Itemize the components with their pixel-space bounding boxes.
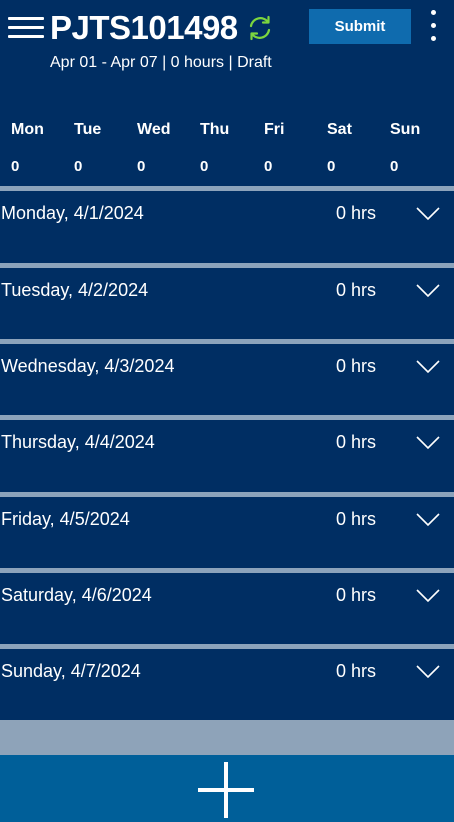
week-day-total: 0 [74,158,83,175]
timesheet-app: PJTS101498 Submit Apr 01 - Apr 07 | 0 ho… [0,0,454,822]
chevron-down-icon[interactable] [416,207,440,221]
week-day-fri: Fri 0 [264,110,324,186]
day-row-hours: 0 hrs [336,509,377,529]
week-day-name: Mon [11,121,44,138]
day-row-hours: 0 hrs [336,585,377,605]
day-row-date: Friday, 4/5/2024 [1,509,130,529]
day-row-date: Thursday, 4/4/2024 [1,432,155,452]
day-row-friday[interactable]: Friday, 4/5/2024 0 hrs [0,492,454,569]
week-day-total: 0 [327,158,336,175]
week-day-sun: Sun 0 [390,110,450,186]
day-row-hours: 0 hrs [336,661,377,681]
week-day-total: 0 [200,158,209,175]
week-day-name: Tue [74,121,102,138]
week-day-name: Sun [390,121,421,138]
chevron-down-icon[interactable] [416,284,440,298]
week-day-name: Sat [327,121,352,138]
chevron-down-icon[interactable] [416,513,440,527]
day-row-hours: 0 hrs [336,280,377,300]
week-day-sat: Sat 0 [327,110,387,186]
sync-icon[interactable] [246,14,274,42]
add-entry-button[interactable] [0,755,454,822]
week-day-mon: Mon 0 [11,110,71,186]
day-row-date: Tuesday, 4/2/2024 [1,280,149,300]
week-day-thu: Thu 0 [200,110,260,186]
day-row-wednesday[interactable]: Wednesday, 4/3/2024 0 hrs [0,339,454,416]
week-day-total: 0 [137,158,146,175]
chevron-down-icon[interactable] [416,360,440,374]
more-vertical-icon[interactable] [424,8,442,44]
day-row-thursday[interactable]: Thursday, 4/4/2024 0 hrs [0,415,454,492]
week-day-wed: Wed 0 [137,110,197,186]
week-day-tue: Tue 0 [74,110,134,186]
day-row-hours: 0 hrs [336,356,377,376]
chevron-down-icon[interactable] [416,665,440,679]
day-row-sunday[interactable]: Sunday, 4/7/2024 0 hrs [0,644,454,721]
day-row-date: Saturday, 4/6/2024 [1,585,152,605]
week-day-name: Wed [137,121,171,138]
day-row-date: Wednesday, 4/3/2024 [1,356,175,376]
bottom-divider [0,720,454,755]
week-day-total: 0 [390,158,399,175]
week-summary: Mon 0 Tue 0 Wed 0 Thu 0 Fri 0 Sat 0 Sun … [0,110,454,186]
day-row-hours: 0 hrs [336,203,377,223]
day-row-saturday[interactable]: Saturday, 4/6/2024 0 hrs [0,568,454,645]
submit-button[interactable]: Submit [309,9,411,44]
chevron-down-icon[interactable] [416,436,440,450]
page-title: PJTS101498 [50,9,238,46]
hamburger-menu-icon[interactable] [8,14,44,42]
week-day-name: Thu [200,121,230,138]
day-row-tuesday[interactable]: Tuesday, 4/2/2024 0 hrs [0,263,454,340]
week-day-total: 0 [264,158,273,175]
week-day-total: 0 [11,158,20,175]
day-row-date: Sunday, 4/7/2024 [1,661,141,681]
day-row-date: Monday, 4/1/2024 [1,203,144,223]
week-day-name: Fri [264,121,285,138]
day-row-hours: 0 hrs [336,432,377,452]
header: PJTS101498 Submit Apr 01 - Apr 07 | 0 ho… [0,0,454,110]
day-row-monday[interactable]: Monday, 4/1/2024 0 hrs [0,186,454,263]
chevron-down-icon[interactable] [416,589,440,603]
timesheet-summary: Apr 01 - Apr 07 | 0 hours | Draft [50,54,272,71]
plus-icon[interactable] [198,762,254,818]
